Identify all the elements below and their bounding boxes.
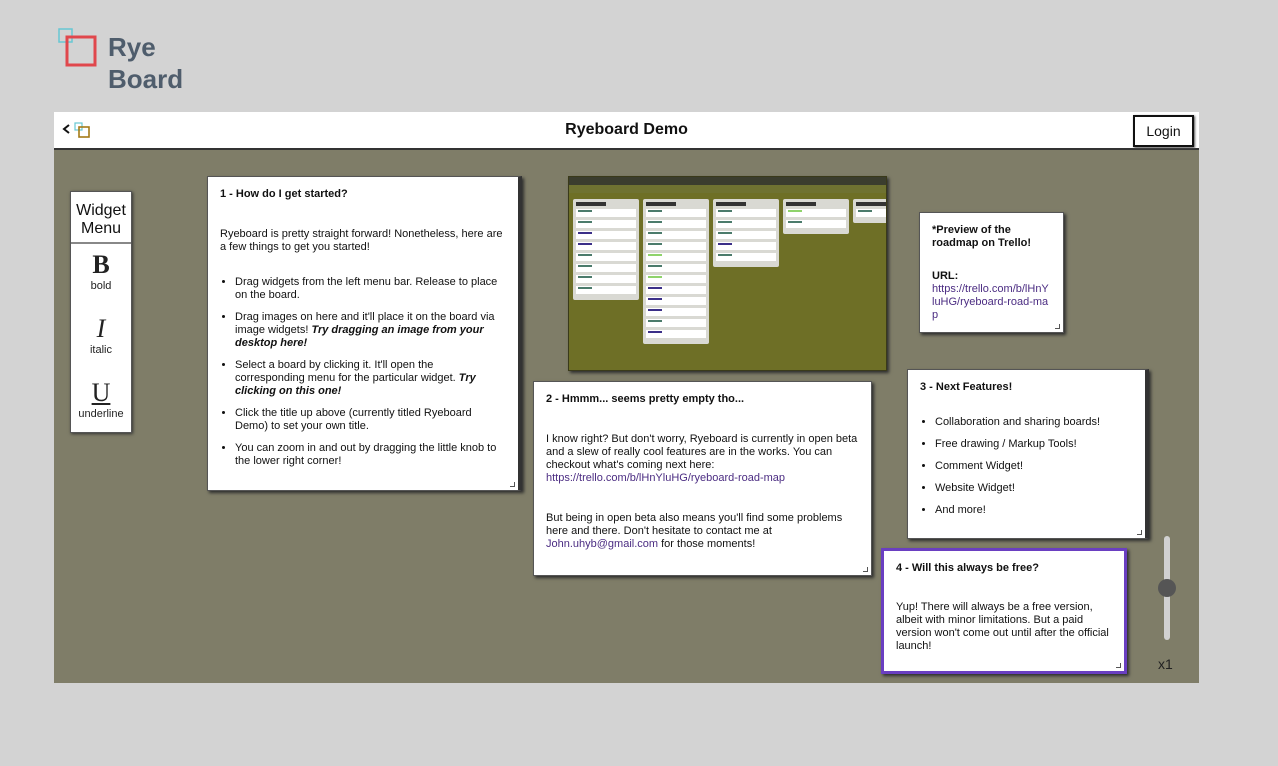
bold-icon: B: [92, 250, 110, 279]
underline-icon: U: [91, 378, 111, 407]
resize-handle-icon[interactable]: [863, 567, 868, 572]
card-next-features[interactable]: 3 - Next Features! Collaboration and sha…: [907, 369, 1149, 539]
board-title[interactable]: Ryeboard Demo: [54, 121, 1199, 139]
card-text: Ryeboard is pretty straight forward! Non…: [220, 228, 503, 253]
card-getting-started[interactable]: 1 - How do I get started? Ryeboard is pr…: [207, 176, 522, 491]
card-title: 3 - Next Features!: [920, 381, 1013, 393]
tips-list: Drag widgets from the left menu bar. Rel…: [220, 276, 506, 468]
resize-handle-icon[interactable]: [1137, 530, 1142, 535]
logo-line2: Board: [108, 64, 184, 94]
roadmap-preview-image[interactable]: [568, 176, 887, 371]
card-text-body: But being in open beta also means you'll…: [546, 512, 843, 537]
resize-handle-icon[interactable]: [510, 482, 515, 487]
card-title: *Preview of the roadmap on Trello!: [932, 224, 1032, 249]
list-item-text: Select a board by clicking it. It'll ope…: [235, 359, 456, 384]
logo-line1: Rye: [108, 32, 156, 62]
preview-list: [853, 199, 886, 223]
list-item: Free drawing / Markup Tools!: [935, 438, 1133, 451]
card-title: 1 - How do I get started?: [220, 188, 348, 200]
card-text: Yup! There will always be a free version…: [896, 601, 1109, 652]
board-area[interactable]: Ryeboard Demo Login Widget Menu B bold I…: [54, 112, 1199, 683]
preview-list: [783, 199, 849, 234]
card-preview-note[interactable]: *Preview of the roadmap on Trello! URL: …: [919, 212, 1064, 333]
card-always-free[interactable]: 4 - Will this always be free? Yup! There…: [881, 548, 1127, 674]
list-item: Click the title up above (currently titl…: [235, 407, 506, 433]
widget-menu-title-line1: Widget: [76, 202, 126, 219]
list-item: Select a board by clicking it. It'll ope…: [235, 359, 506, 398]
card-title: 2 - Hmmm... seems pretty empty tho...: [546, 393, 745, 405]
italic-label: italic: [89, 344, 112, 356]
italic-widget-button[interactable]: I italic: [71, 314, 131, 372]
roadmap-link[interactable]: https://trello.com/b/lHnYluHG/ryeboard-r…: [932, 283, 1049, 321]
list-item: Collaboration and sharing boards!: [935, 416, 1133, 429]
url-label: URL:: [932, 270, 959, 282]
email-link[interactable]: John.uhyb@gmail.com: [546, 538, 658, 550]
features-list: Collaboration and sharing boards! Free d…: [920, 416, 1133, 517]
card-text-body: I know right? But don't worry, Ryeboard …: [546, 433, 858, 471]
resize-handle-icon[interactable]: [1116, 663, 1121, 668]
zoom-level-label: x1: [1158, 656, 1173, 672]
zoom-slider[interactable]: [1158, 536, 1176, 642]
widget-menu: Widget Menu B bold I italic U underline: [70, 191, 132, 433]
list-item: Drag images on here and it'll place it o…: [235, 311, 506, 350]
list-item: Comment Widget!: [935, 460, 1133, 473]
preview-list: [713, 199, 779, 267]
bold-widget-button[interactable]: B bold: [71, 250, 131, 308]
preview-list: [573, 199, 639, 300]
italic-icon: I: [96, 314, 106, 343]
logo-text: Rye Board: [108, 31, 183, 95]
preview-subbar: [569, 185, 886, 193]
list-item: Drag widgets from the left menu bar. Rel…: [235, 276, 506, 302]
card-text-end: for those moments!: [661, 538, 756, 550]
zoom-knob[interactable]: [1158, 579, 1176, 597]
logo-squares-icon: [58, 28, 97, 67]
underline-label: underline: [78, 408, 124, 420]
card-text: I know right? But don't worry, Ryeboard …: [546, 433, 859, 485]
card-text: But being in open beta also means you'll…: [546, 512, 859, 551]
list-item: And more!: [935, 504, 1133, 517]
preview-topbar: [569, 177, 886, 185]
widget-menu-title: Widget Menu: [71, 192, 131, 244]
ryeboard-logo: Rye Board: [58, 28, 198, 94]
top-bar: Ryeboard Demo Login: [54, 112, 1199, 150]
underline-widget-button[interactable]: U underline: [71, 378, 131, 436]
list-item: You can zoom in and out by dragging the …: [235, 442, 506, 468]
preview-list: [643, 199, 709, 344]
widget-menu-title-line2: Menu: [80, 220, 122, 237]
login-button[interactable]: Login: [1133, 115, 1194, 147]
roadmap-link[interactable]: https://trello.com/b/lHnYluHG/ryeboard-r…: [546, 472, 785, 484]
bold-label: bold: [90, 280, 112, 292]
card-empty[interactable]: 2 - Hmmm... seems pretty empty tho... I …: [533, 381, 872, 576]
list-item: Website Widget!: [935, 482, 1133, 495]
resize-handle-icon[interactable]: [1055, 324, 1060, 329]
card-title: 4 - Will this always be free?: [896, 562, 1039, 574]
